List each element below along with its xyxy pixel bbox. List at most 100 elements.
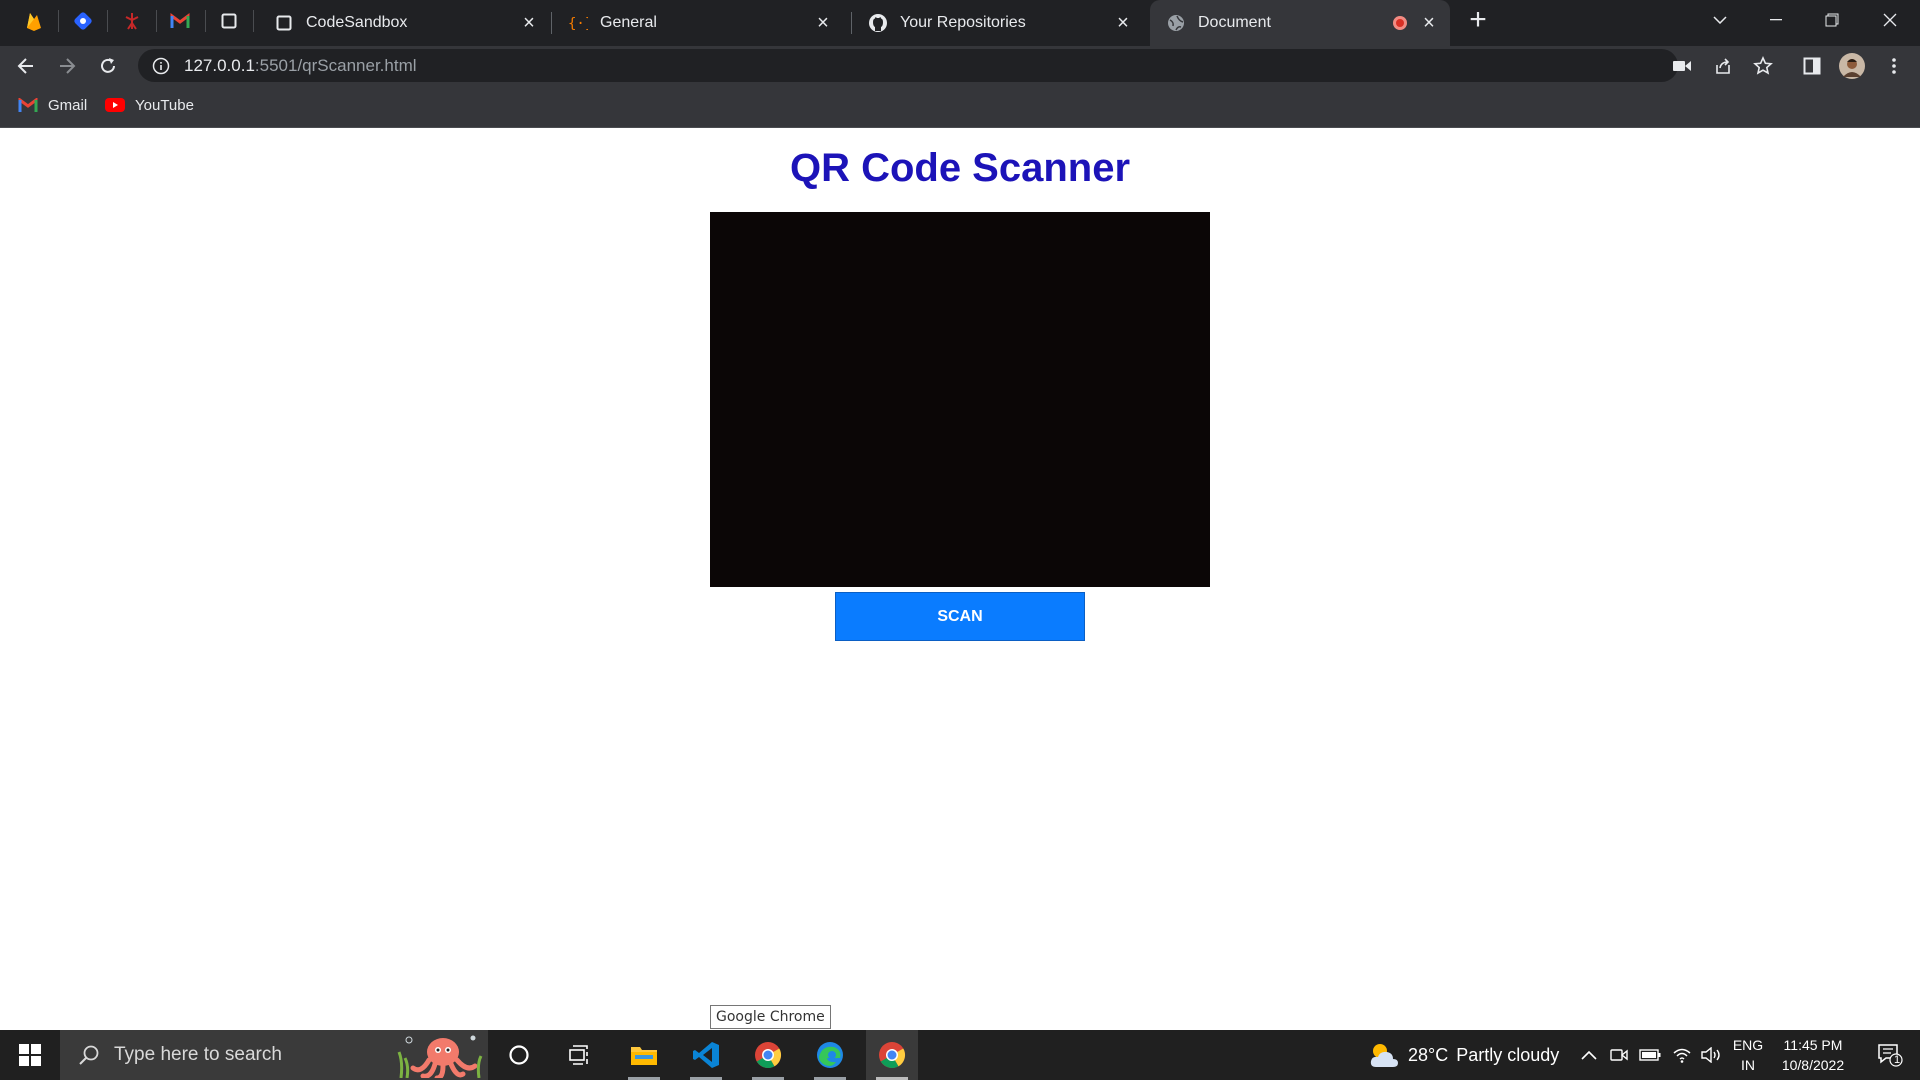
- pin-separator: [156, 10, 157, 32]
- back-button[interactable]: [10, 50, 42, 82]
- tab-your-repositories[interactable]: Your Repositories ×: [852, 0, 1144, 46]
- pinned-tab-red[interactable]: [122, 11, 142, 31]
- tab-title: Your Repositories: [900, 14, 1026, 31]
- search-highlight-image[interactable]: [392, 1030, 488, 1080]
- taskbar-app-vscode[interactable]: [680, 1030, 732, 1080]
- taskbar-app-edge[interactable]: [804, 1030, 856, 1080]
- tab-search-icon[interactable]: [1692, 0, 1748, 40]
- url-host: 127.0.0.1: [184, 55, 255, 75]
- notification-center-button[interactable]: 1: [1866, 1030, 1914, 1080]
- bookmark-label: YouTube: [135, 96, 194, 114]
- tab-title: CodeSandbox: [306, 14, 408, 31]
- url-path: :5501/qrScanner.html: [254, 55, 417, 75]
- pin-separator: [253, 10, 254, 32]
- taskbar-app-file-explorer[interactable]: [618, 1030, 670, 1080]
- firebase-icon: [27, 13, 41, 31]
- url-text: 127.0.0.1:5501/qrScanner.html: [184, 56, 417, 76]
- region-code: IN: [1741, 1057, 1755, 1073]
- weather-condition: Partly cloudy: [1456, 1044, 1560, 1065]
- bookmark-star-icon[interactable]: [1749, 52, 1777, 80]
- taskbar-tooltip: Google Chrome: [710, 1005, 831, 1029]
- tab-codesandbox[interactable]: CodeSandbox ×: [258, 0, 550, 46]
- address-bar[interactable]: 127.0.0.1:5501/qrScanner.html: [138, 49, 1678, 82]
- taskbar: Type here to search 28°C Partly cloudy E…: [0, 1030, 1920, 1080]
- start-button[interactable]: [0, 1030, 60, 1080]
- weather-temperature: 28°C: [1408, 1044, 1449, 1065]
- restore-button[interactable]: [1804, 0, 1860, 40]
- tab-strip: CodeSandbox × {·} General × Your Reposit…: [0, 0, 1920, 46]
- edge-icon: [817, 1042, 843, 1068]
- pinned-tab-firebase[interactable]: [24, 11, 44, 31]
- diamond-logo-icon: [74, 12, 92, 30]
- camera-in-use-icon[interactable]: [1668, 52, 1696, 80]
- forward-arrow-icon: [60, 58, 76, 74]
- back-arrow-icon: [17, 58, 33, 74]
- task-view-button[interactable]: [555, 1030, 605, 1080]
- page-title: QR Code Scanner: [789, 146, 1131, 190]
- share-icon[interactable]: [1709, 52, 1737, 80]
- tab-general[interactable]: {·} General ×: [552, 0, 844, 46]
- volume-icon[interactable]: [1698, 1030, 1726, 1080]
- wifi-icon[interactable]: [1668, 1030, 1696, 1080]
- braces-icon: {·}: [568, 13, 588, 33]
- figure-logo-icon: [125, 13, 139, 30]
- globe-icon: [1166, 13, 1186, 33]
- meet-now-icon[interactable]: [1606, 1030, 1632, 1080]
- close-tab-icon[interactable]: ×: [1112, 12, 1134, 34]
- close-tab-icon[interactable]: ×: [1418, 12, 1440, 34]
- gmail-icon: [18, 95, 38, 115]
- taskbar-app-chrome-active[interactable]: [866, 1030, 918, 1080]
- browser-toolbar: 127.0.0.1:5501/qrScanner.html: [0, 46, 1920, 85]
- reload-icon: [101, 58, 115, 73]
- github-icon: [868, 13, 888, 33]
- bookmark-gmail[interactable]: Gmail: [18, 95, 87, 115]
- taskbar-app-chrome[interactable]: [742, 1030, 794, 1080]
- forward-button[interactable]: [51, 50, 83, 82]
- close-tab-icon[interactable]: ×: [518, 12, 540, 34]
- close-window-button[interactable]: [1862, 0, 1918, 40]
- windows-icon: [19, 1044, 41, 1066]
- input-language-indicator[interactable]: ENG IN: [1730, 1035, 1766, 1075]
- tab-document[interactable]: Document ×: [1150, 0, 1450, 46]
- close-tab-icon[interactable]: ×: [812, 12, 834, 34]
- search-placeholder: Type here to search: [114, 1044, 282, 1065]
- site-info-icon[interactable]: [152, 57, 170, 75]
- clock-time: 11:45 PM: [1783, 1037, 1843, 1053]
- search-icon: [79, 1045, 99, 1065]
- side-panel-icon[interactable]: [1798, 52, 1826, 80]
- partly-cloudy-icon: [1370, 1044, 1398, 1067]
- square-icon: [221, 13, 237, 29]
- pinned-tab-gmail[interactable]: [170, 11, 190, 31]
- pinned-tab-blank[interactable]: [219, 11, 239, 31]
- tab-title: Document: [1198, 14, 1271, 31]
- chrome-icon: [879, 1042, 906, 1069]
- pin-separator: [107, 10, 108, 32]
- scan-button[interactable]: SCAN: [835, 592, 1085, 641]
- chrome-icon: [755, 1042, 782, 1069]
- new-tab-button[interactable]: +: [1450, 0, 1506, 40]
- page-content: QR Code Scanner SCAN: [0, 128, 1920, 1030]
- bookmark-label: Gmail: [48, 96, 88, 114]
- gmail-icon: [170, 13, 190, 28]
- language-code: ENG: [1732, 1037, 1764, 1053]
- youtube-icon: [105, 95, 125, 115]
- notification-count: 1: [1894, 1054, 1901, 1066]
- bookmarks-bar: Gmail YouTube: [0, 85, 1920, 128]
- profile-avatar[interactable]: [1838, 52, 1866, 80]
- show-hidden-icons-chevron-icon[interactable]: [1576, 1030, 1602, 1080]
- clock-date: 10/8/2022: [1781, 1057, 1845, 1073]
- octopus-illustration-icon: [397, 1035, 483, 1078]
- reload-button[interactable]: [92, 50, 124, 82]
- weather-widget[interactable]: 28°C Partly cloudy: [1368, 1030, 1559, 1080]
- pinned-tab-blue[interactable]: [73, 11, 93, 31]
- minimize-button[interactable]: [1748, 0, 1804, 40]
- cortana-button[interactable]: [494, 1030, 544, 1080]
- clock[interactable]: 11:45 PM 10/8/2022: [1770, 1035, 1856, 1075]
- battery-icon[interactable]: [1636, 1030, 1664, 1080]
- bookmark-youtube[interactable]: YouTube: [105, 95, 194, 115]
- vscode-icon: [693, 1042, 719, 1068]
- pin-separator: [205, 10, 206, 32]
- camera-preview: [710, 212, 1210, 587]
- pin-separator: [58, 10, 59, 32]
- menu-kebab-icon[interactable]: [1880, 52, 1908, 80]
